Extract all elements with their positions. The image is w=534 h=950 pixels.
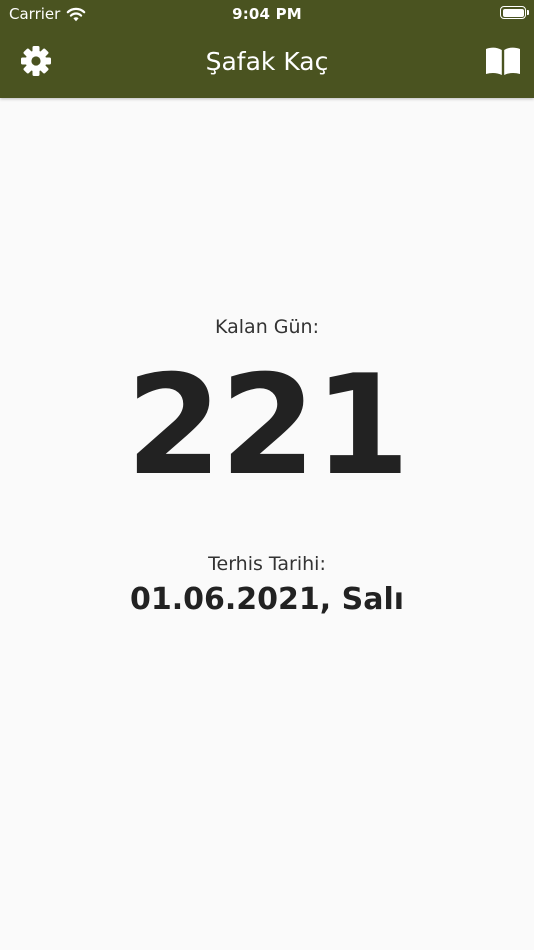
book-button[interactable] — [485, 46, 521, 76]
status-bar: Carrier 9:04 PM — [0, 0, 534, 30]
battery-cap — [527, 10, 529, 15]
discharge-date-label: Terhis Tarihi: — [208, 553, 326, 575]
navigation-bar: Şafak Kaç — [0, 30, 534, 98]
app-header: Carrier 9:04 PM Şafak Kaç — [0, 0, 534, 98]
page-title: Şafak Kaç — [205, 47, 329, 76]
battery-level — [502, 8, 524, 17]
remaining-days-label: Kalan Gün: — [215, 316, 319, 338]
main-content: Kalan Gün: 221 Terhis Tarihi: 01.06.2021… — [0, 98, 534, 950]
remaining-days-count: 221 — [125, 345, 410, 506]
status-time: 9:04 PM — [232, 5, 302, 23]
book-icon — [486, 47, 520, 75]
battery-icon — [500, 6, 529, 19]
discharge-date-value: 01.06.2021, Salı — [129, 582, 405, 617]
